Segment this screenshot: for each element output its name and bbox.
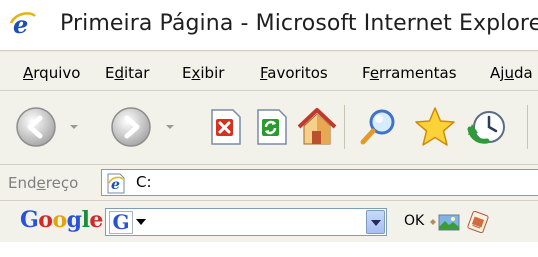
home-icon[interactable] (295, 105, 339, 149)
title-bar[interactable]: e Primeira Página - Microsoft Internet E… (0, 0, 538, 50)
page-content (0, 242, 538, 257)
address-bar: Endereço e C: (0, 165, 538, 200)
address-input[interactable]: e C: (101, 169, 538, 196)
search-icon[interactable] (357, 105, 401, 149)
ie-window: e Primeira Página - Microsoft Internet E… (0, 0, 538, 257)
google-ok-button[interactable]: OK (404, 213, 424, 229)
menu-bar: Arquivo Editar Exibir Favoritos Ferramen… (0, 52, 538, 90)
google-search-arrow-icon[interactable] (428, 216, 438, 228)
image-search-icon[interactable] (438, 213, 460, 231)
news-icon[interactable] (466, 210, 490, 234)
favorites-icon[interactable] (413, 105, 457, 149)
google-caret-icon[interactable] (136, 219, 146, 225)
divider (0, 50, 538, 51)
address-value: C: (136, 173, 152, 191)
toolbar-separator (527, 105, 528, 149)
standard-toolbar (0, 91, 538, 164)
history-icon[interactable] (466, 105, 510, 149)
google-toolbar: Google G OK (0, 201, 538, 242)
menu-ajuda[interactable]: Ajuda (490, 64, 533, 82)
back-dropdown-icon[interactable] (69, 123, 79, 131)
forward-icon[interactable] (109, 105, 153, 149)
menu-editar[interactable]: Editar (105, 64, 149, 82)
window-title: Primeira Página - Microsoft Internet Exp… (60, 11, 538, 36)
menu-favoritos[interactable]: Favoritos (260, 64, 328, 82)
google-search-input[interactable]: G (105, 208, 387, 236)
stop-icon[interactable] (203, 105, 247, 149)
ie-logo-icon: e (9, 10, 37, 39)
menu-arquivo[interactable]: Arquivo (23, 64, 80, 82)
menu-exibir[interactable]: Exibir (182, 64, 224, 82)
google-dropdown-button[interactable] (366, 210, 385, 234)
refresh-icon[interactable] (249, 105, 293, 149)
menu-ferramentas[interactable]: Ferramentas (362, 64, 457, 82)
address-label: Endereço (8, 174, 79, 192)
forward-dropdown-icon[interactable] (165, 123, 175, 131)
toolbar-separator (344, 105, 345, 149)
google-logo[interactable]: Google (20, 207, 103, 233)
back-icon[interactable] (14, 105, 58, 149)
google-g-icon[interactable]: G (109, 211, 133, 234)
page-icon: e (107, 173, 125, 194)
